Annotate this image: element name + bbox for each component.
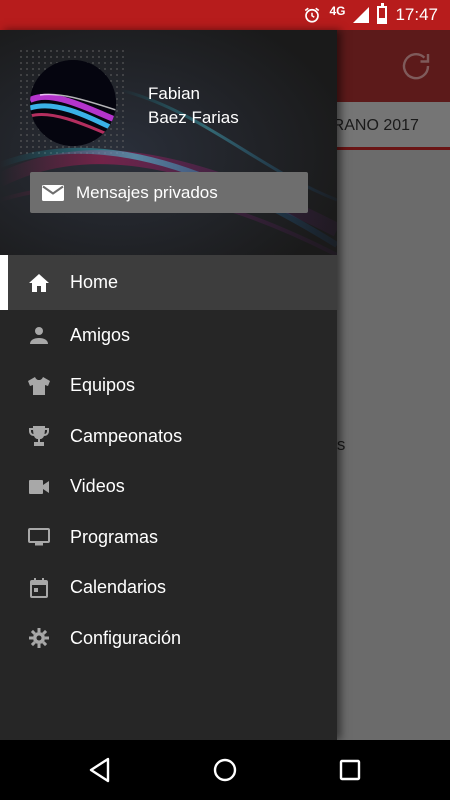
menu-item-campeonatos[interactable]: Campeonatos (0, 411, 337, 462)
drawer-header: Fabian Baez Farias Mensajes privados (0, 30, 337, 255)
battery-icon (377, 3, 388, 24)
menu-item-label: Campeonatos (70, 425, 183, 446)
system-nav-bar (0, 740, 450, 800)
mail-icon (42, 184, 64, 201)
refresh-icon[interactable] (398, 48, 434, 84)
trophy-icon (28, 425, 50, 447)
menu-item-programas[interactable]: Programas (0, 512, 337, 563)
menu-item-label: Videos (70, 476, 125, 497)
menu-item-label: Home (70, 272, 119, 292)
user-name: Fabian Baez Farias (148, 82, 239, 130)
home-nav-icon[interactable] (211, 756, 239, 784)
clock: 17:47 (395, 5, 438, 24)
user-first-name: Fabian (148, 84, 200, 103)
avatar[interactable] (30, 60, 116, 146)
back-icon[interactable] (86, 756, 114, 784)
menu-item-label: Programas (70, 526, 159, 547)
status-bar: 4G 17:47 (0, 0, 450, 30)
person-icon (28, 324, 50, 346)
home-icon (28, 272, 50, 294)
shirt-icon (28, 375, 50, 397)
menu-item-label: Calendarios (70, 577, 167, 598)
header-background-art (0, 30, 337, 255)
private-messages-button[interactable]: Mensajes privados (30, 172, 308, 213)
menu-item-amigos[interactable]: Amigos (0, 310, 337, 361)
private-messages-label: Mensajes privados (76, 182, 218, 202)
menu-item-label: Equipos (70, 375, 136, 396)
recents-icon[interactable] (336, 756, 364, 784)
signal-icon (353, 7, 370, 23)
menu-item-home[interactable]: Home (0, 255, 337, 310)
monitor-icon (28, 526, 50, 548)
user-last-name: Baez Farias (148, 108, 239, 127)
menu-item-equipos[interactable]: Equipos (0, 361, 337, 412)
avatar-image (30, 60, 116, 146)
drawer-menu: Home Amigos Equipos Campeonatos Videos P… (0, 255, 337, 664)
navigation-drawer: Fabian Baez Farias Mensajes privados Hom… (0, 30, 337, 740)
videocam-icon (28, 476, 50, 498)
calendar-icon (28, 577, 50, 599)
menu-item-videos[interactable]: Videos (0, 462, 337, 513)
network-type: 4G (329, 4, 346, 18)
gear-icon (28, 627, 50, 649)
menu-item-calendarios[interactable]: Calendarios (0, 563, 337, 614)
menu-item-configuracion[interactable]: Configuración (0, 613, 337, 664)
menu-item-label: Amigos (70, 324, 131, 345)
menu-item-label: Configuración (70, 627, 182, 648)
alarm-icon (305, 7, 320, 23)
